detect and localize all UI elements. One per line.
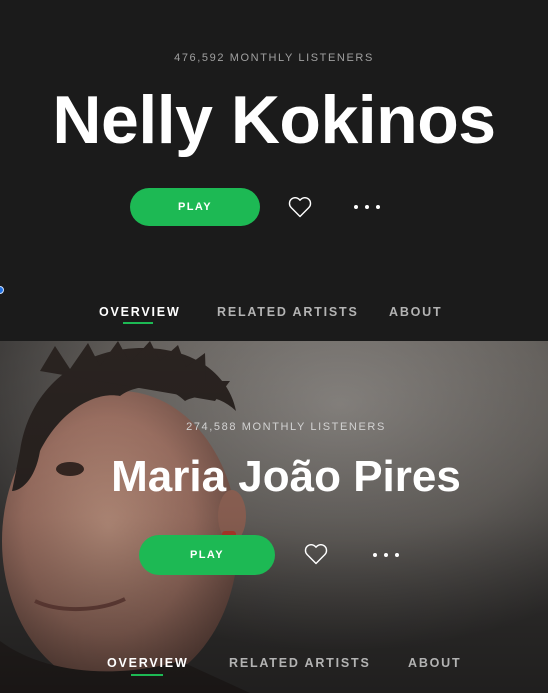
tab-about[interactable]: ABOUT — [408, 656, 461, 670]
tab-about[interactable]: ABOUT — [389, 305, 442, 319]
more-dot — [373, 553, 377, 557]
more-options-icon[interactable] — [373, 548, 399, 562]
tab-related-artists[interactable]: RELATED ARTISTS — [229, 656, 371, 670]
more-dot — [376, 205, 380, 209]
heart-icon[interactable] — [288, 196, 314, 220]
play-button[interactable]: PLAY — [130, 188, 260, 226]
more-options-icon[interactable] — [354, 200, 380, 214]
more-dot — [354, 205, 358, 209]
monthly-listeners: 476,592 MONTHLY LISTENERS — [174, 52, 374, 64]
more-dot — [384, 553, 388, 557]
tab-overview-underline — [131, 674, 163, 676]
play-button[interactable]: PLAY — [139, 535, 275, 575]
artist-header-maria-joao-pires: 274,588 MONTHLY LISTENERS Maria João Pir… — [0, 341, 548, 693]
tab-overview[interactable]: OVERVIEW — [107, 656, 189, 670]
scroll-indicator-dot[interactable] — [0, 286, 4, 294]
more-dot — [395, 553, 399, 557]
tab-related-artists[interactable]: RELATED ARTISTS — [217, 305, 359, 319]
artist-header-nelly-kokinos: 476,592 MONTHLY LISTENERS Nelly Kokinos … — [0, 0, 548, 341]
more-dot — [365, 205, 369, 209]
artist-name: Nelly Kokinos — [52, 82, 496, 158]
artist-name: Maria João Pires — [111, 452, 461, 501]
tab-overview[interactable]: OVERVIEW — [99, 305, 181, 319]
portrait-shade-overlay — [0, 341, 548, 693]
tab-overview-underline — [123, 322, 153, 324]
heart-icon[interactable] — [304, 543, 330, 567]
monthly-listeners: 274,588 MONTHLY LISTENERS — [186, 421, 386, 433]
